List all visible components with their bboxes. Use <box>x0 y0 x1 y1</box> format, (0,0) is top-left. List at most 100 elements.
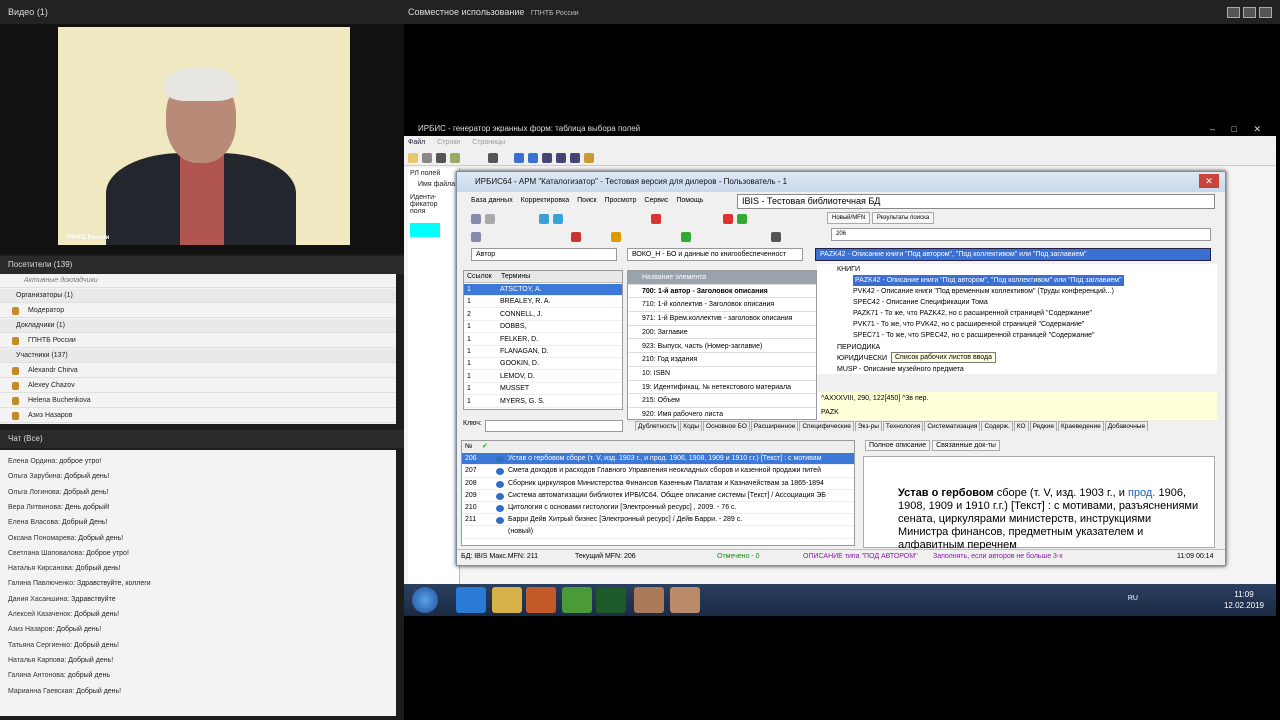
new-record-icon[interactable] <box>471 214 481 224</box>
explorer-icon[interactable] <box>492 587 522 613</box>
excel-icon[interactable] <box>596 587 626 613</box>
tree-item[interactable]: SPEC71 - То же, что SPEC42, но с расшире… <box>853 330 1095 341</box>
col-header-count[interactable]: Ссылок <box>464 271 498 283</box>
section-tab[interactable]: Дублетность <box>635 421 680 431</box>
menu-item-db[interactable]: База данных <box>471 197 513 204</box>
paste-icon[interactable] <box>570 153 580 163</box>
section-tab[interactable]: Экз-ры <box>854 421 882 431</box>
indent-icon[interactable] <box>514 153 524 163</box>
value-920[interactable]: PAZK <box>821 406 1217 419</box>
tree-item[interactable]: PAZK42 - Описание книги "Под автором", "… <box>853 275 1124 286</box>
menu-item-edit[interactable]: Корректировка <box>521 197 570 204</box>
save-icon[interactable] <box>485 214 495 224</box>
tree-item[interactable]: SPEC42 - Описание Спецификации Тома <box>853 297 988 308</box>
table-row[interactable]: 1 GOOKIN, D. <box>464 358 622 371</box>
table-row[interactable]: 1 FLANAGAN, D. <box>464 346 622 358</box>
section-tab[interactable]: Специфические <box>799 421 854 431</box>
refresh-icon[interactable] <box>681 232 691 242</box>
key-input[interactable] <box>485 420 623 432</box>
menu-item-rows[interactable]: Строки <box>437 139 460 146</box>
tree-item[interactable]: PVK42 - Описание книги "Под временным ко… <box>853 286 1114 297</box>
new-icon[interactable] <box>408 153 418 163</box>
col-header-terms[interactable]: Термины <box>498 271 622 283</box>
group-participants[interactable]: Участники (137) <box>0 349 396 363</box>
language-indicator[interactable]: RU <box>1128 595 1138 602</box>
element-row[interactable]: 10: ISBN <box>628 367 816 381</box>
section-tab[interactable]: Расширенное <box>750 421 799 431</box>
list-item[interactable]: 208 Сборник циркуляров Министерства Финан… <box>462 478 854 490</box>
settings-icon[interactable] <box>771 232 781 242</box>
search-field-select[interactable]: Автор <box>471 248 617 261</box>
list-item[interactable]: ГПНТБ России <box>0 334 396 348</box>
list-item[interactable]: Alexandr Chirva <box>0 364 396 378</box>
list-item[interactable]: 209 Система автоматизации библиотек ИРБИС… <box>462 490 854 502</box>
element-row[interactable]: 200: Заглавие <box>628 326 816 340</box>
layout-icon[interactable] <box>1227 7 1240 18</box>
tab-new-mfn[interactable]: Новый/MFN <box>827 212 871 224</box>
element-row[interactable]: 710: 1-й коллектив - Заголовок описания <box>628 298 816 313</box>
tree-root-books[interactable]: КНИГИ <box>837 264 860 275</box>
irbis-gen-icon[interactable] <box>670 587 700 613</box>
section-tab[interactable]: Коды <box>680 421 703 431</box>
list-item[interactable]: 207 Смета доходов и расходов Главного Упр… <box>462 465 854 478</box>
cyan-cell[interactable] <box>410 223 440 237</box>
table-row[interactable]: 1 DOBBS, <box>464 321 622 334</box>
section-tab[interactable]: Редкие <box>1029 421 1057 431</box>
menu-item-help[interactable]: Помощь <box>676 197 703 204</box>
table-row[interactable]: 1 MYERS, G. S. <box>464 396 622 408</box>
z-icon[interactable] <box>723 214 733 224</box>
minimize-icon[interactable]: – <box>1210 124 1215 134</box>
list-item[interactable]: Азиз Назаров <box>0 409 396 423</box>
chrome-icon[interactable] <box>562 587 592 613</box>
element-row[interactable]: 920: Имя рабочего листа <box>628 408 816 422</box>
delete-icon[interactable] <box>651 214 661 224</box>
list-icon[interactable] <box>471 232 481 242</box>
start-button[interactable] <box>412 587 438 613</box>
forward-icon[interactable] <box>553 214 563 224</box>
attendees-filter[interactable]: Активные докладчики <box>0 274 396 288</box>
element-row[interactable]: 923: Выпуск, часть (Номер-заглавие) <box>628 340 816 354</box>
folder-icon[interactable] <box>611 232 621 242</box>
menu-item-view[interactable]: Просмотр <box>605 197 637 204</box>
menu-icon[interactable] <box>1259 7 1272 18</box>
menu-item-service[interactable]: Сервис <box>644 197 668 204</box>
section-tab[interactable]: Добавочные <box>1104 421 1149 431</box>
value-215[interactable]: ^AXXXVIII, 290, 122[450] ^3в пер. <box>821 392 1217 405</box>
close-icon[interactable]: ✕ <box>1253 124 1261 134</box>
section-tab[interactable]: Технология <box>882 421 924 431</box>
section-tab[interactable]: Основное БО <box>703 421 750 431</box>
print-icon[interactable] <box>450 153 460 163</box>
table-row[interactable]: 1 MUSSET <box>464 383 622 396</box>
section-tab[interactable]: Систематизация <box>924 421 981 431</box>
group-presenters[interactable]: Докладчики (1) <box>0 319 396 333</box>
group-organizers[interactable]: Организаторы (1) <box>0 289 396 303</box>
table-row[interactable]: 2 CONNELL, J. <box>464 309 622 321</box>
element-row[interactable]: 215: Объем <box>628 394 816 408</box>
tree-legal[interactable]: ЮРИДИЧЕСКИ <box>837 353 887 364</box>
ie-icon[interactable] <box>456 587 486 613</box>
list-item[interactable]: 206 Устав о гербовом сборе (т. V, изд. 19… <box>462 453 854 466</box>
list-item[interactable]: 210 Цитология с основами гистологии [Элек… <box>462 502 854 515</box>
side-item[interactable]: РЛ полей <box>408 168 459 179</box>
menu-item-search[interactable]: Поиск <box>577 197 596 204</box>
back-icon[interactable] <box>539 214 549 224</box>
globe-icon[interactable] <box>737 214 747 224</box>
tab-linked-docs[interactable]: Связанные док-ты <box>932 440 1000 451</box>
clock[interactable]: 11:09 12.02.2019 <box>1224 589 1264 611</box>
worksheet-select[interactable]: PAZK42 - Описание книги "Под автором", "… <box>815 248 1211 261</box>
tree-periodicals[interactable]: ПЕРИОДИКА <box>837 342 880 353</box>
section-tab[interactable]: КО <box>1013 421 1029 431</box>
format-select[interactable]: ВОКО_Н - БО и данные по книгообеспеченно… <box>627 248 803 261</box>
media-icon[interactable] <box>526 587 556 613</box>
outdent-icon[interactable] <box>528 153 538 163</box>
element-row[interactable]: 971: 1-й Врем.коллектив - заголовок опис… <box>628 312 816 326</box>
maximize-icon[interactable]: □ <box>1232 124 1237 134</box>
irbis-icon[interactable] <box>634 587 664 613</box>
open-icon[interactable] <box>422 153 432 163</box>
tree-item[interactable]: PVK71 - То же, что PVK42, но с расширенн… <box>853 319 1084 330</box>
save-icon[interactable] <box>436 153 446 163</box>
menu-item-pages[interactable]: Страницы <box>472 139 505 146</box>
side-item[interactable]: Иденти-фикатор поля <box>408 190 442 219</box>
menu-item-file[interactable]: Файл <box>408 139 425 146</box>
element-row[interactable]: 19: Идентификац. № нетекстового материал… <box>628 381 816 395</box>
